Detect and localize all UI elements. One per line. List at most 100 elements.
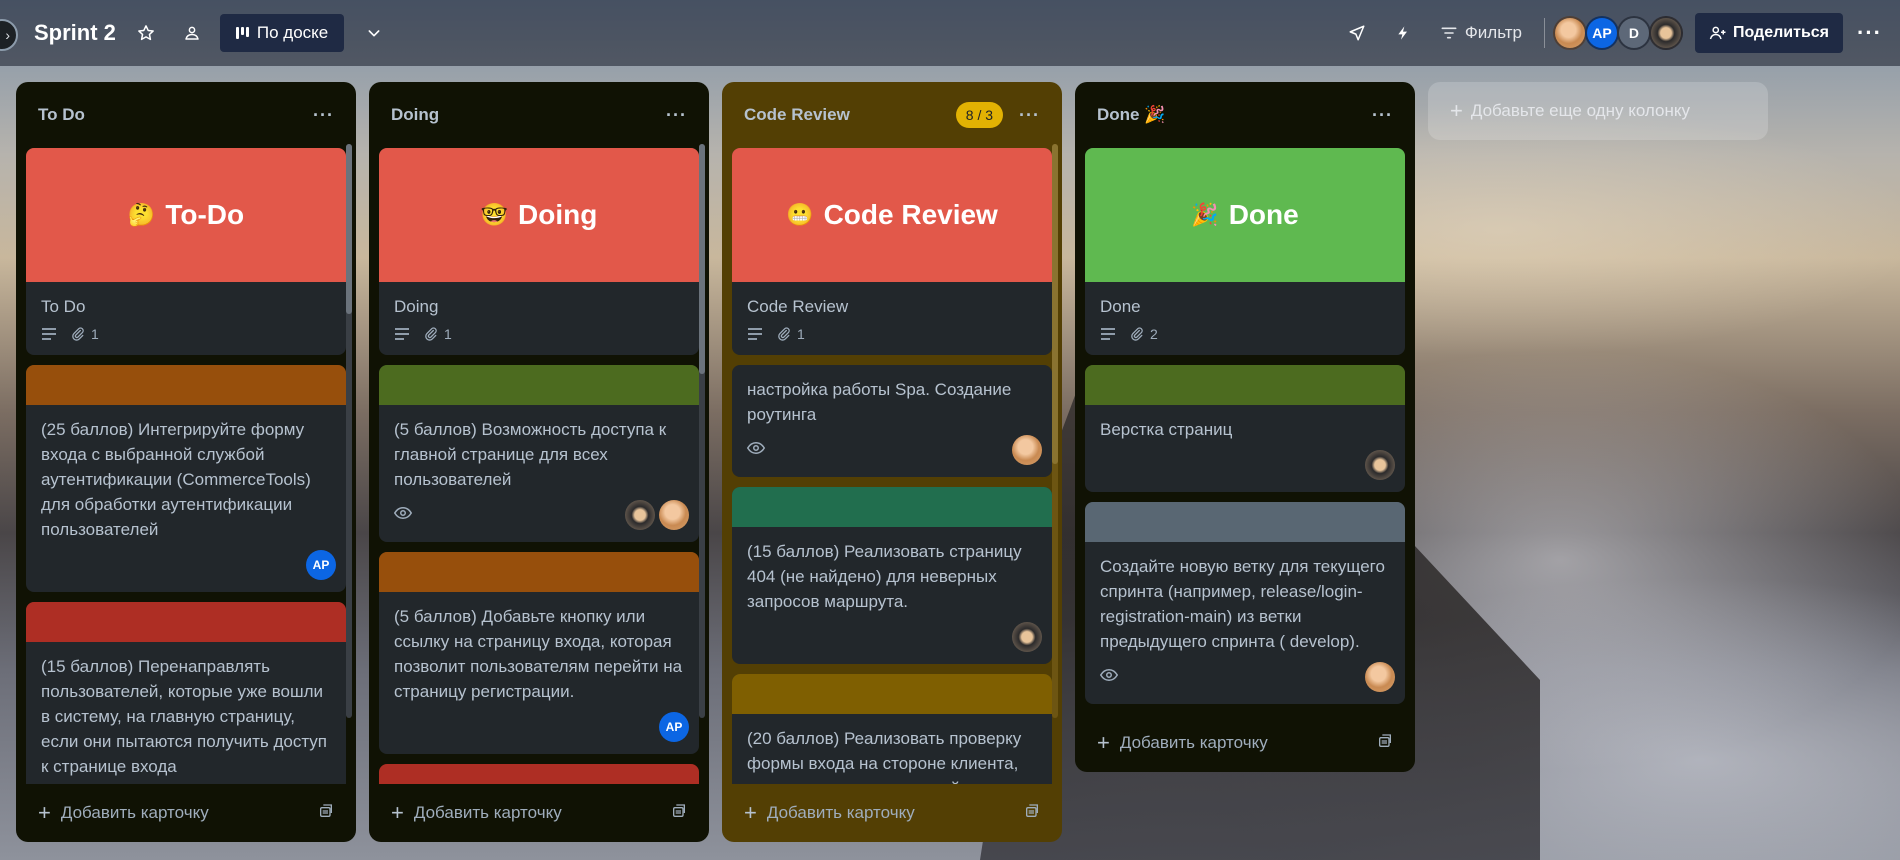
filter-button[interactable]: Фильтр <box>1441 23 1522 43</box>
plus-icon: + <box>391 800 404 825</box>
card-member-photo[interactable] <box>1365 450 1395 480</box>
watch-eye-icon <box>746 441 766 460</box>
card[interactable]: (25 баллов) Интегрируйте форму входа с в… <box>26 365 346 592</box>
list-menu-button[interactable]: ··· <box>1019 105 1040 126</box>
card-cover[interactable]: 😬 Code Review Code Review 1 <box>732 148 1052 355</box>
power-ups-send-icon[interactable] <box>1341 17 1373 49</box>
add-card-row: + Добавить карточку <box>722 784 1062 842</box>
card-member-ap[interactable]: AP <box>306 550 336 580</box>
card-title: Создайте новую ветку для текущего спринт… <box>1100 557 1385 651</box>
add-card-button[interactable]: Добавить карточку <box>767 803 915 823</box>
list-title[interactable]: To Do <box>38 105 85 125</box>
description-icon <box>41 327 57 341</box>
member-avatar-photo[interactable] <box>1552 16 1587 50</box>
star-icon[interactable] <box>130 17 162 49</box>
card-template-icon[interactable] <box>1377 733 1393 754</box>
card-cover-image: 🤓 Doing <box>379 148 699 282</box>
chevron-down-icon[interactable] <box>358 17 390 49</box>
card-label-gray <box>1085 502 1405 542</box>
add-list-label: Добавьте еще одну колонку <box>1470 101 1690 120</box>
board-view-icon <box>235 27 249 39</box>
board-header: › Sprint 2 По доске Фильтр AP D Поделить… <box>0 0 1900 66</box>
card-member-photo[interactable] <box>1012 622 1042 652</box>
card-cover[interactable]: 🤓 Doing Doing 1 <box>379 148 699 355</box>
attachment-badge: 1 <box>71 326 99 342</box>
card-template-icon[interactable] <box>671 803 687 824</box>
list-title[interactable]: Done 🎉 <box>1097 105 1165 125</box>
plus-icon: + <box>38 800 51 825</box>
member-avatar-photo[interactable] <box>1648 16 1683 50</box>
list-menu-button[interactable]: ··· <box>666 105 687 126</box>
header-divider <box>1543 18 1545 48</box>
card-member-photo[interactable] <box>1012 435 1042 465</box>
list-title[interactable]: Doing <box>391 105 439 125</box>
card-title: Code Review <box>747 297 849 316</box>
add-card-row: + Добавить карточку <box>1075 714 1415 772</box>
card-label-red <box>26 602 346 642</box>
card[interactable] <box>379 764 699 784</box>
card-title: (5 баллов) Добавьте кнопку или ссылку на… <box>394 607 683 701</box>
more-menu-button[interactable]: ··· <box>1857 20 1882 46</box>
share-label: Поделиться <box>1732 24 1830 41</box>
board-view-button[interactable]: По доске <box>219 14 345 52</box>
card-member-photo[interactable] <box>1365 662 1395 692</box>
description-icon <box>1100 327 1116 341</box>
list-menu-button[interactable]: ··· <box>313 105 334 126</box>
paperclip-icon <box>778 327 790 341</box>
card[interactable]: (15 баллов) Перенаправлять пользователей… <box>26 602 346 784</box>
automation-lightning-icon[interactable] <box>1387 17 1419 49</box>
card-cover[interactable]: 🎉 Done Done 2 <box>1085 148 1405 355</box>
card-label-lime <box>379 365 699 405</box>
card[interactable]: Верстка страниц <box>1085 365 1405 492</box>
add-card-button[interactable]: Добавить карточку <box>1120 733 1268 753</box>
workspace-visibility-icon[interactable] <box>176 17 208 49</box>
card-title: (5 баллов) Возможность доступа к главной… <box>394 420 667 489</box>
plus-icon: + <box>1450 98 1463 123</box>
card-cover-image: 🎉 Done <box>1085 148 1405 282</box>
attachment-badge: 1 <box>777 326 805 342</box>
member-avatar-ap[interactable]: AP <box>1584 16 1619 50</box>
board-canvas: To Do ··· 🤔 To-Do To Do 1 (25 баллов) Ин… <box>16 82 1768 842</box>
card-title: To Do <box>41 297 86 316</box>
card-cover-image: 😬 Code Review <box>732 148 1052 282</box>
card-cover[interactable]: 🤔 To-Do To Do 1 <box>26 148 346 355</box>
card-template-icon[interactable] <box>318 803 334 824</box>
thinking-emoji-icon: 🤔 <box>127 202 156 227</box>
list-cards: 🤔 To-Do To Do 1 (25 баллов) Интегрируйте… <box>16 148 356 784</box>
add-card-button[interactable]: Добавить карточку <box>414 803 562 823</box>
add-list-button[interactable]: + Добавьте еще одну колонку <box>1428 82 1768 140</box>
add-card-button[interactable]: Добавить карточку <box>61 803 209 823</box>
list-cards: 😬 Code Review Code Review 1 настройка ра… <box>722 148 1062 784</box>
board-view-label: По доске <box>256 23 329 42</box>
party-emoji-icon: 🎉 <box>1144 105 1166 124</box>
add-member-icon <box>1709 26 1726 40</box>
watch-eye-icon <box>393 506 413 525</box>
share-button[interactable]: Поделиться <box>1694 13 1844 53</box>
card-title: (20 баллов) Реализовать проверку формы в… <box>747 729 1022 784</box>
board-title[interactable]: Sprint 2 <box>34 20 116 46</box>
list-cards: 🎉 Done Done 2 Верстка страниц Создайте н… <box>1075 148 1415 714</box>
card[interactable]: Создайте новую ветку для текущего спринт… <box>1085 502 1405 704</box>
cover-text: Doing <box>518 199 598 230</box>
list-menu-button[interactable]: ··· <box>1372 105 1393 126</box>
card[interactable]: (15 баллов) Реализовать страницу 404 (не… <box>732 487 1052 664</box>
card-label-lime <box>1085 365 1405 405</box>
card-label-yellow <box>732 674 1052 714</box>
card-member-ap[interactable]: AP <box>659 712 689 742</box>
card-label-red <box>379 764 699 784</box>
card-template-icon[interactable] <box>1024 803 1040 824</box>
card-cover-image: 🤔 To-Do <box>26 148 346 282</box>
add-card-row: + Добавить карточку <box>369 784 709 842</box>
card[interactable]: настройка работы Spa. Создание роутинга <box>732 365 1052 477</box>
card-title: (15 баллов) Реализовать страницу 404 (не… <box>747 542 1022 611</box>
list-to-do: To Do ··· 🤔 To-Do To Do 1 (25 баллов) Ин… <box>16 82 356 842</box>
list-title[interactable]: Code Review <box>744 105 850 125</box>
card[interactable]: (20 баллов) Реализовать проверку формы в… <box>732 674 1052 784</box>
card-member-photo[interactable] <box>659 500 689 530</box>
member-avatar-d[interactable]: D <box>1616 16 1651 50</box>
card-member-photo[interactable] <box>625 500 655 530</box>
cover-text: To-Do <box>165 199 245 230</box>
card-label-orange <box>26 365 346 405</box>
card[interactable]: (5 баллов) Возможность доступа к главной… <box>379 365 699 542</box>
card[interactable]: (5 баллов) Добавьте кнопку или ссылку на… <box>379 552 699 754</box>
